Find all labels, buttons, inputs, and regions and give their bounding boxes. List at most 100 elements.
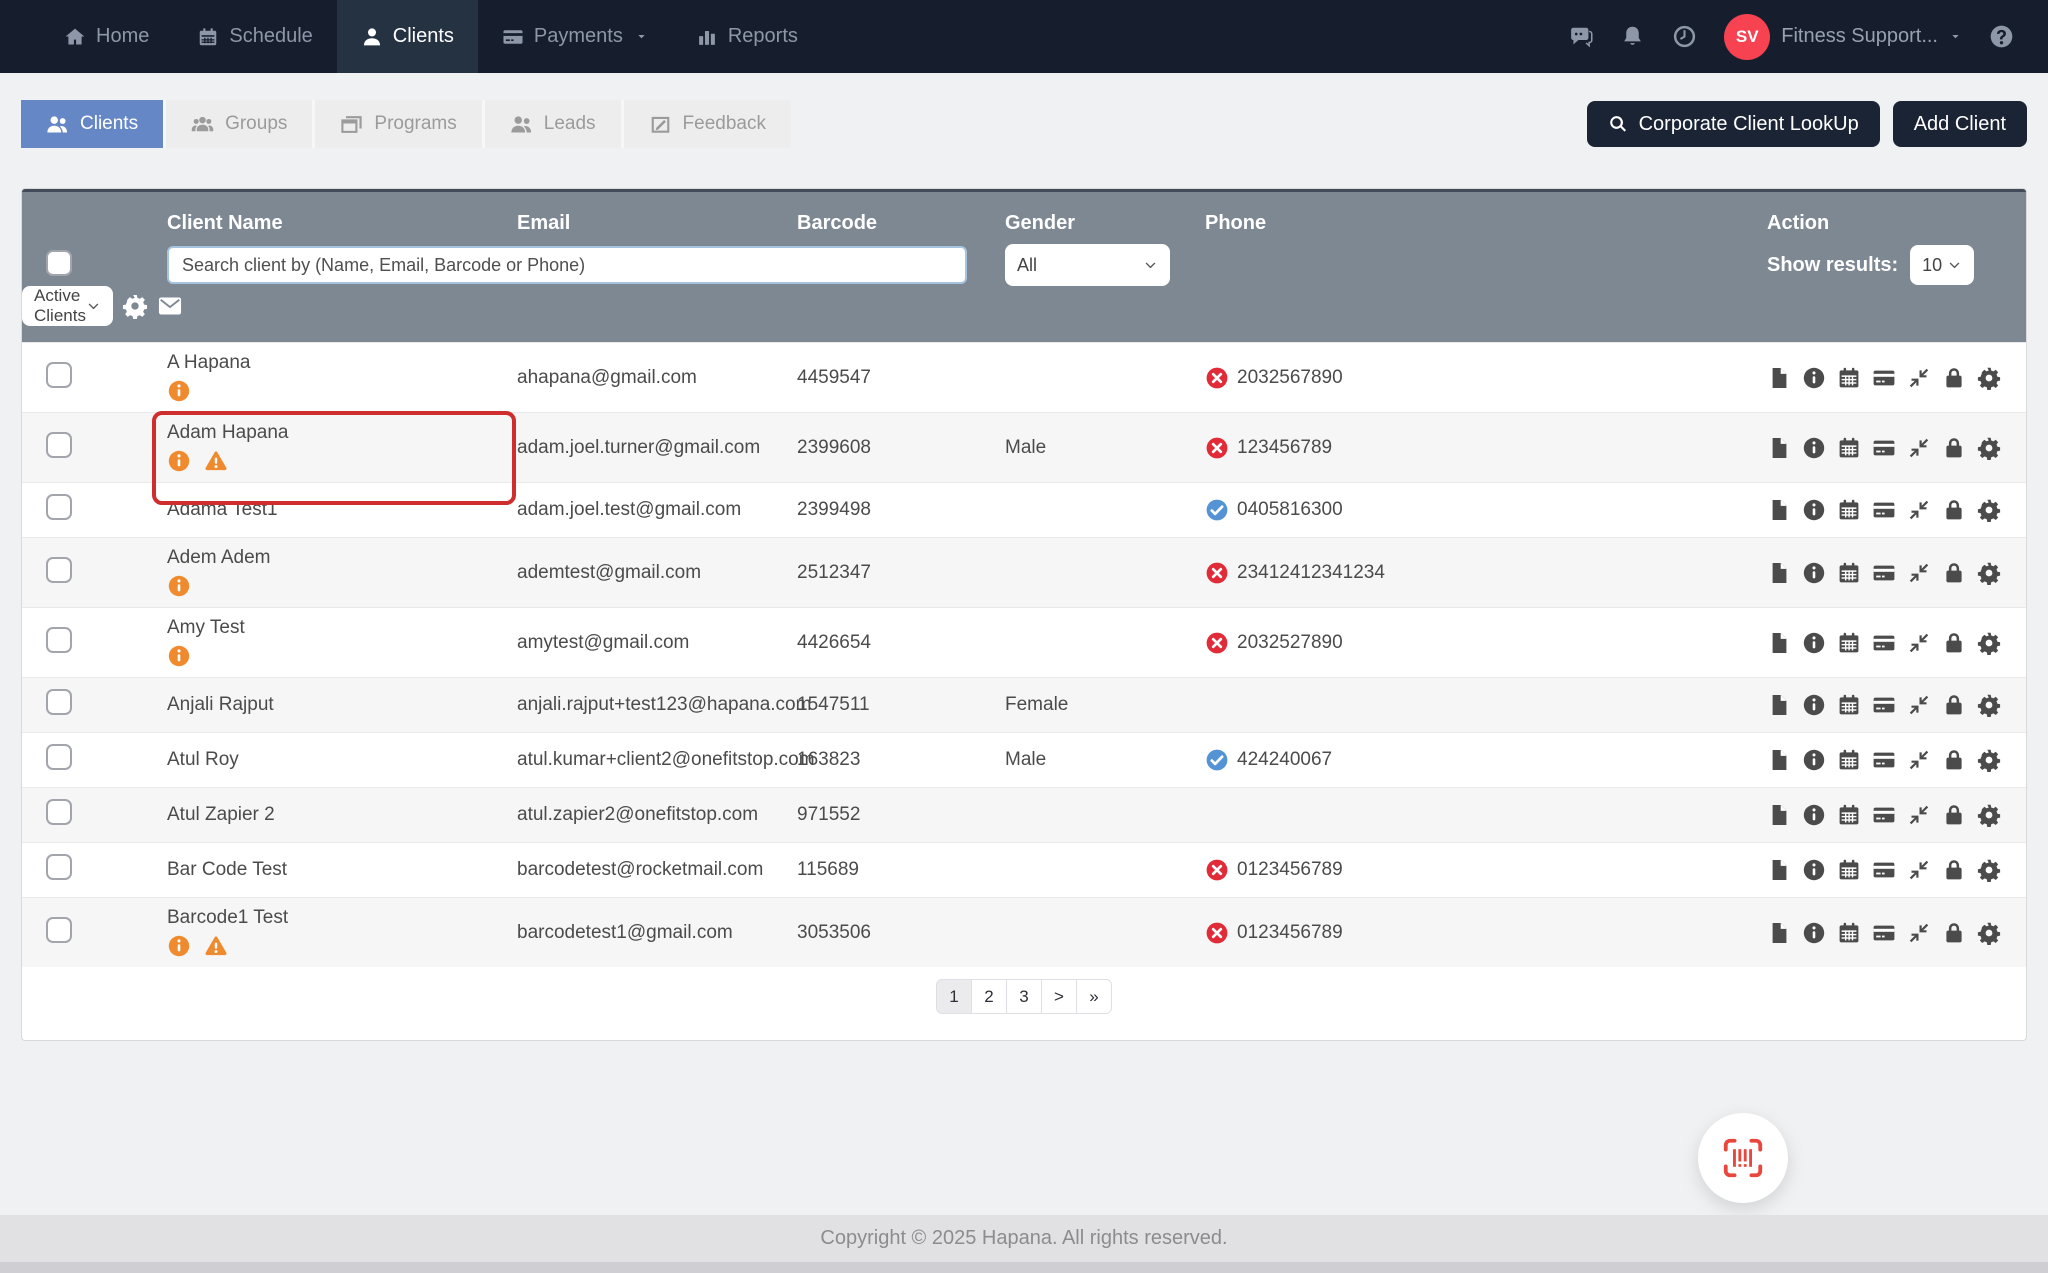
compress-icon[interactable]: [1907, 693, 1931, 717]
tab-feedback[interactable]: Feedback: [623, 100, 791, 148]
lock-icon[interactable]: [1942, 436, 1966, 460]
info-circle-icon[interactable]: [1802, 693, 1826, 717]
page-button-3[interactable]: 3: [1006, 979, 1042, 1014]
compress-icon[interactable]: [1907, 436, 1931, 460]
tab-clients[interactable]: Clients: [21, 100, 167, 148]
info-circle-icon[interactable]: [1802, 748, 1826, 772]
show-results-select[interactable]: 10: [1910, 245, 1975, 285]
account-menu[interactable]: SV Fitness Support...: [1724, 13, 1962, 60]
document-icon[interactable]: [1767, 561, 1791, 585]
calendar-grid-icon[interactable]: [1837, 561, 1861, 585]
client-name[interactable]: Adama Test1: [167, 499, 517, 521]
lock-icon[interactable]: [1942, 366, 1966, 390]
gear-icon[interactable]: [1977, 631, 2001, 655]
avatar[interactable]: SV: [1724, 13, 1771, 60]
compress-icon[interactable]: [1907, 858, 1931, 882]
client-name[interactable]: Adem Adem: [167, 547, 517, 569]
tab-groups[interactable]: Groups: [166, 100, 316, 148]
corporate-client-lookup-button[interactable]: Corporate Client LookUp: [1586, 101, 1880, 147]
info-circle-icon[interactable]: [1802, 498, 1826, 522]
nav-item-home[interactable]: Home: [40, 0, 173, 73]
client-name[interactable]: Amy Test: [167, 617, 517, 639]
envelope-icon[interactable]: [157, 293, 183, 319]
calendar-grid-icon[interactable]: [1837, 921, 1861, 945]
document-icon[interactable]: [1767, 748, 1791, 772]
add-client-button[interactable]: Add Client: [1892, 101, 2027, 147]
info-icon[interactable]: [167, 574, 191, 598]
credit-card-icon[interactable]: [1872, 858, 1896, 882]
compress-icon[interactable]: [1907, 561, 1931, 585]
row-checkbox[interactable]: [46, 689, 72, 715]
gender-filter-select[interactable]: All: [1005, 244, 1170, 286]
client-name[interactable]: Adam Hapana: [167, 422, 517, 444]
credit-card-icon[interactable]: [1872, 631, 1896, 655]
lock-icon[interactable]: [1942, 748, 1966, 772]
lock-icon[interactable]: [1942, 858, 1966, 882]
calendar-grid-icon[interactable]: [1837, 436, 1861, 460]
gear-icon[interactable]: [122, 293, 148, 319]
warning-icon[interactable]: [204, 449, 228, 473]
lock-icon[interactable]: [1942, 693, 1966, 717]
calendar-grid-icon[interactable]: [1837, 631, 1861, 655]
info-circle-icon[interactable]: [1802, 561, 1826, 585]
horizontal-scrollbar[interactable]: [0, 1262, 2048, 1273]
compress-icon[interactable]: [1907, 498, 1931, 522]
document-icon[interactable]: [1767, 498, 1791, 522]
last-page-button[interactable]: »: [1076, 979, 1112, 1014]
calendar-grid-icon[interactable]: [1837, 366, 1861, 390]
nav-item-payments[interactable]: Payments: [478, 0, 672, 73]
document-icon[interactable]: [1767, 858, 1791, 882]
credit-card-icon[interactable]: [1872, 693, 1896, 717]
credit-card-icon[interactable]: [1872, 498, 1896, 522]
row-checkbox[interactable]: [46, 799, 72, 825]
chat-icon[interactable]: [1568, 24, 1593, 49]
page-button-1[interactable]: 1: [936, 979, 972, 1014]
info-circle-icon[interactable]: [1802, 858, 1826, 882]
info-circle-icon[interactable]: [1802, 631, 1826, 655]
info-circle-icon[interactable]: [1802, 803, 1826, 827]
compress-icon[interactable]: [1907, 921, 1931, 945]
client-name[interactable]: Bar Code Test: [167, 859, 517, 881]
credit-card-icon[interactable]: [1872, 748, 1896, 772]
row-checkbox[interactable]: [46, 494, 72, 520]
calendar-grid-icon[interactable]: [1837, 803, 1861, 827]
lock-icon[interactable]: [1942, 561, 1966, 585]
info-circle-icon[interactable]: [1802, 366, 1826, 390]
calendar-grid-icon[interactable]: [1837, 748, 1861, 772]
search-input[interactable]: [167, 246, 967, 284]
client-name[interactable]: Atul Roy: [167, 749, 517, 771]
help-icon[interactable]: [1989, 24, 2014, 49]
row-checkbox[interactable]: [46, 556, 72, 583]
client-status-filter-select[interactable]: Active Clients: [22, 286, 113, 326]
compress-icon[interactable]: [1907, 631, 1931, 655]
info-icon[interactable]: [167, 934, 191, 958]
credit-card-icon[interactable]: [1872, 436, 1896, 460]
gear-icon[interactable]: [1977, 803, 2001, 827]
nav-item-reports[interactable]: Reports: [672, 0, 822, 73]
credit-card-icon[interactable]: [1872, 921, 1896, 945]
next-page-button[interactable]: >: [1041, 979, 1077, 1014]
select-all-checkbox[interactable]: [46, 249, 72, 276]
compress-icon[interactable]: [1907, 366, 1931, 390]
lock-icon[interactable]: [1942, 803, 1966, 827]
calendar-grid-icon[interactable]: [1837, 693, 1861, 717]
clock-icon[interactable]: [1672, 24, 1697, 49]
gear-icon[interactable]: [1977, 366, 2001, 390]
tab-programs[interactable]: Programs: [315, 100, 485, 148]
row-checkbox[interactable]: [46, 744, 72, 770]
info-circle-icon[interactable]: [1802, 436, 1826, 460]
bell-icon[interactable]: [1620, 24, 1645, 49]
compress-icon[interactable]: [1907, 748, 1931, 772]
row-checkbox[interactable]: [46, 361, 72, 388]
gear-icon[interactable]: [1977, 436, 2001, 460]
page-button-2[interactable]: 2: [971, 979, 1007, 1014]
credit-card-icon[interactable]: [1872, 803, 1896, 827]
gear-icon[interactable]: [1977, 498, 2001, 522]
gear-icon[interactable]: [1977, 561, 2001, 585]
info-icon[interactable]: [167, 644, 191, 668]
document-icon[interactable]: [1767, 803, 1791, 827]
credit-card-icon[interactable]: [1872, 561, 1896, 585]
lock-icon[interactable]: [1942, 921, 1966, 945]
calendar-grid-icon[interactable]: [1837, 858, 1861, 882]
info-circle-icon[interactable]: [1802, 921, 1826, 945]
